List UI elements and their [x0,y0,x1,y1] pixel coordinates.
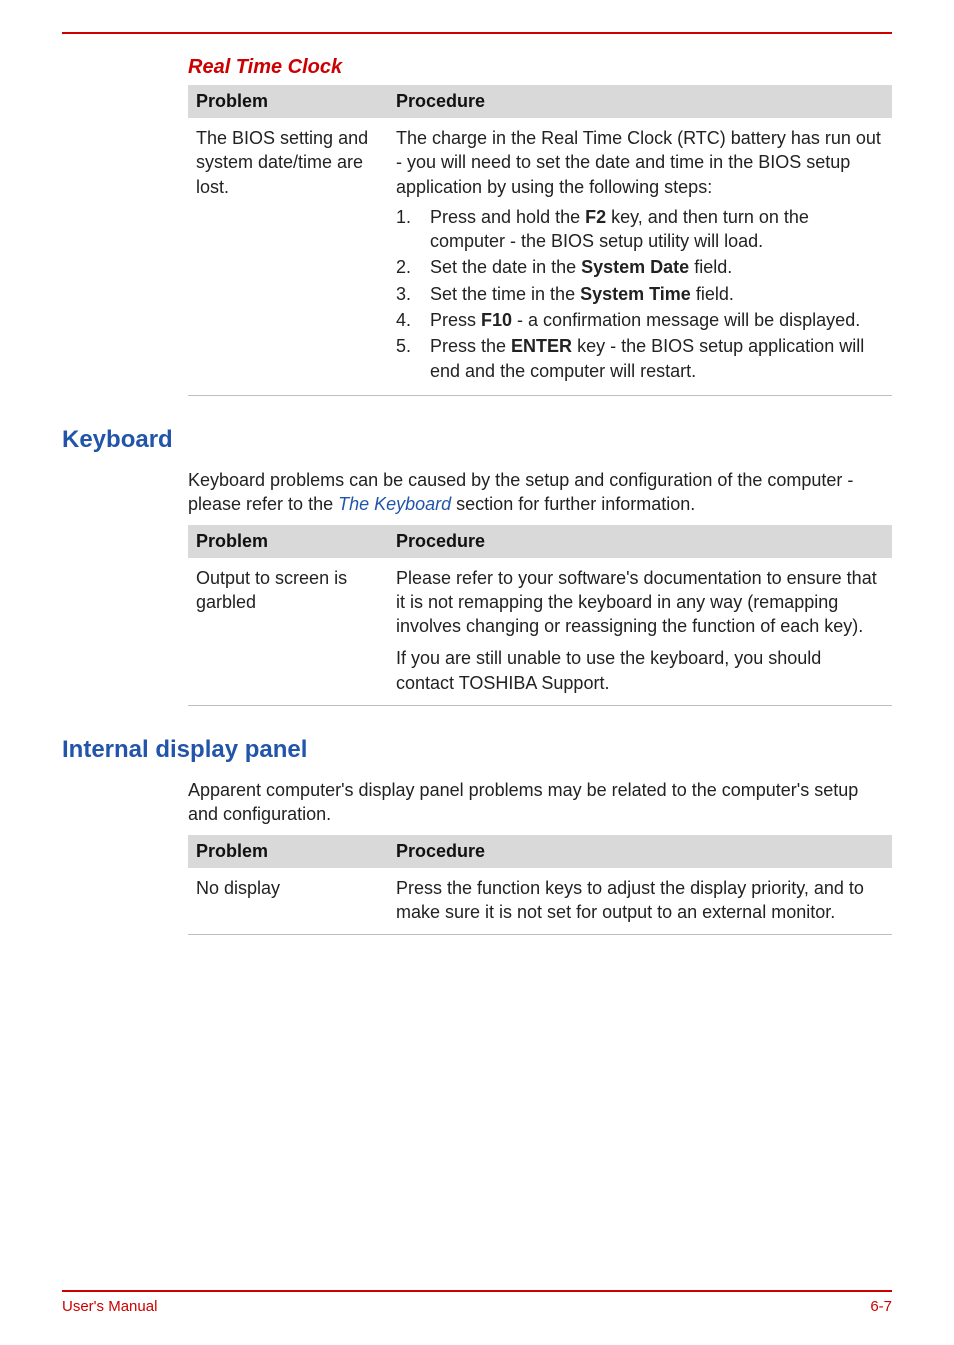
th-procedure: Procedure [388,525,892,558]
step-text: Set the date in the System Date field. [430,255,884,279]
step-number: 5. [396,334,430,383]
heading-keyboard: Keyboard [62,426,892,454]
steps-list: 1. Press and hold the F2 key, and then t… [396,205,884,383]
procedure-p2: If you are still unable to use the keybo… [396,646,884,695]
step-number: 1. [396,205,430,254]
table-row: No display Press the function keys to ad… [188,868,892,935]
table-keyboard: Problem Procedure Output to screen is ga… [188,525,892,706]
step-text: Set the time in the System Time field. [430,282,884,306]
cell-procedure: Press the function keys to adjust the di… [388,868,892,935]
footer-right: 6-7 [870,1298,892,1315]
procedure-p1: Please refer to your software's document… [396,566,884,639]
heading-rtc: Real Time Clock [188,56,892,79]
table-rtc: Problem Procedure The BIOS setting and s… [188,85,892,396]
page-content: Real Time Clock Problem Procedure The BI… [62,56,892,935]
procedure-intro: The charge in the Real Time Clock (RTC) … [396,126,884,199]
step-text: Press F10 - a confirmation message will … [430,308,884,332]
th-problem: Problem [188,835,388,868]
th-procedure: Procedure [388,835,892,868]
cell-procedure: Please refer to your software's document… [388,558,892,706]
step-number: 2. [396,255,430,279]
heading-display: Internal display panel [62,736,892,764]
table-display: Problem Procedure No display Press the f… [188,835,892,936]
link-the-keyboard[interactable]: The Keyboard [338,494,451,514]
keyboard-intro: Keyboard problems can be caused by the s… [188,468,892,517]
step-number: 4. [396,308,430,332]
table-row: Output to screen is garbled Please refer… [188,558,892,706]
th-problem: Problem [188,85,388,118]
footer-left: User's Manual [62,1298,157,1315]
cell-problem: No display [188,868,388,935]
list-item: 2. Set the date in the System Date field… [396,255,884,279]
list-item: 1. Press and hold the F2 key, and then t… [396,205,884,254]
list-item: 3. Set the time in the System Time field… [396,282,884,306]
list-item: 4. Press F10 - a confirmation message wi… [396,308,884,332]
display-intro: Apparent computer's display panel proble… [188,778,892,827]
cell-procedure: The charge in the Real Time Clock (RTC) … [388,118,892,395]
step-text: Press and hold the F2 key, and then turn… [430,205,884,254]
th-problem: Problem [188,525,388,558]
top-rule [62,32,892,34]
th-procedure: Procedure [388,85,892,118]
step-text: Press the ENTER key - the BIOS setup app… [430,334,884,383]
page-footer: User's Manual 6-7 [62,1290,892,1315]
step-number: 3. [396,282,430,306]
cell-problem: Output to screen is garbled [188,558,388,706]
table-row: The BIOS setting and system date/time ar… [188,118,892,395]
list-item: 5. Press the ENTER key - the BIOS setup … [396,334,884,383]
cell-problem: The BIOS setting and system date/time ar… [188,118,388,395]
